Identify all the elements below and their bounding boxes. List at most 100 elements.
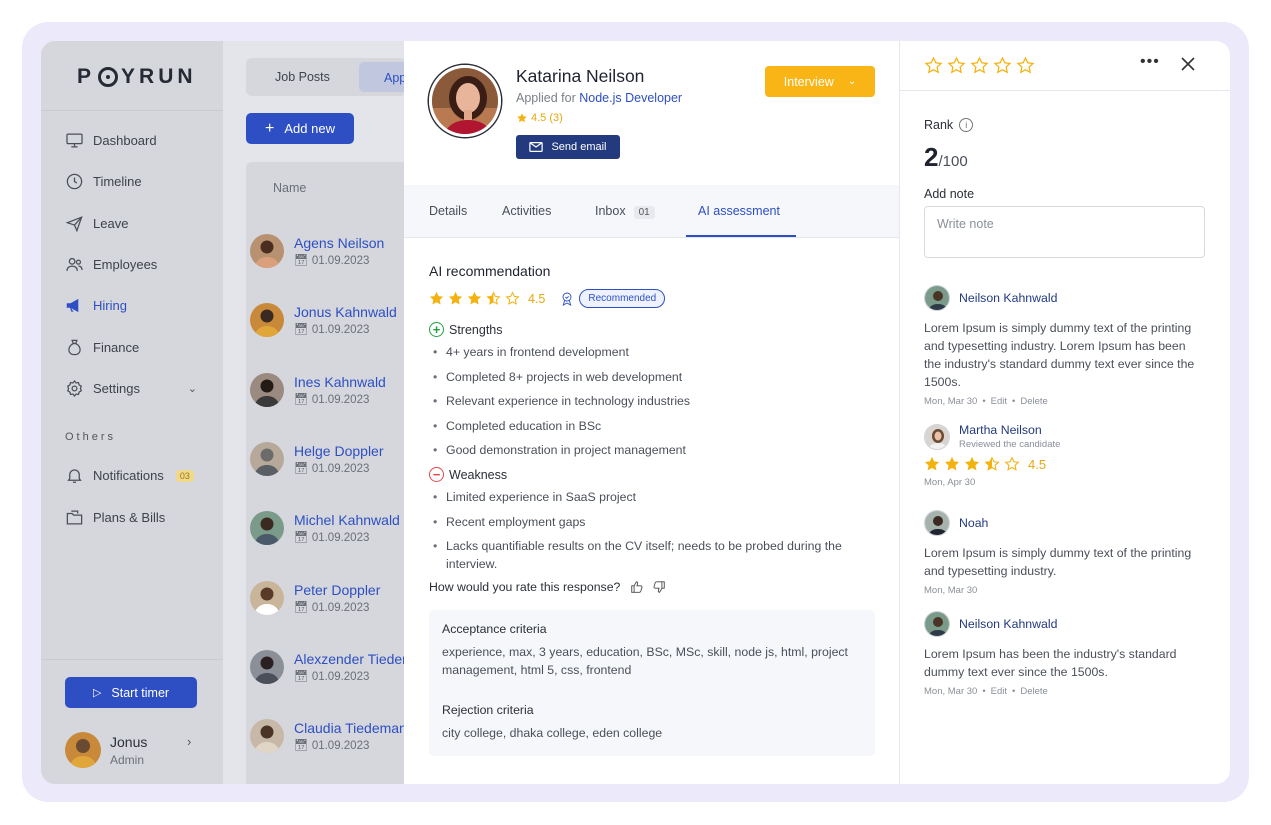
note-author[interactable]: Noah: [959, 516, 988, 530]
sidebar-item-employees[interactable]: Employees: [41, 244, 223, 285]
strengths-heading: + Strengths: [429, 322, 879, 337]
add-note-label: Add note: [924, 187, 975, 201]
sidebar-item-label: Notifications: [93, 468, 164, 484]
note-delete-link[interactable]: Delete: [1020, 686, 1047, 697]
sidebar-item-settings[interactable]: Settings ⌄: [41, 368, 223, 409]
calendar-icon: 📅︎: [294, 255, 309, 267]
ai-star-rating: [429, 291, 524, 306]
more-options-icon[interactable]: •••: [1140, 53, 1160, 71]
status-dropdown[interactable]: Interview ⌄: [765, 66, 875, 97]
status-value: Interview: [783, 74, 834, 89]
sidebar-item-timeline[interactable]: Timeline: [41, 161, 223, 202]
note-item: Martha Neilson Reviewed the candidate 4.…: [924, 423, 1205, 488]
rank-label-text: Rank: [924, 118, 954, 132]
note-meta: Mon, Mar 30: [924, 585, 1205, 596]
note-edit-link[interactable]: Edit: [991, 396, 1007, 407]
bell-icon: [67, 469, 82, 484]
user-avatar: [65, 732, 101, 768]
note-input[interactable]: Write note: [924, 206, 1205, 258]
sidebar-item-label: Finance: [93, 339, 140, 355]
close-icon[interactable]: [1180, 56, 1196, 72]
sidebar-item-hiring[interactable]: Hiring: [41, 285, 223, 326]
notes-panel: ••• Rank i 2/100 Add note Write note Nei…: [899, 41, 1230, 784]
list-item: Completed 8+ projects in web development: [429, 368, 879, 386]
thumbs-up-icon[interactable]: [630, 580, 644, 594]
note-author[interactable]: Martha Neilson: [959, 423, 1060, 437]
star-outline-icon[interactable]: [924, 56, 943, 75]
play-icon: ▷: [92, 687, 102, 699]
note-text: Lorem Ipsum is simply dummy text of the …: [924, 321, 1195, 389]
award-icon: [562, 292, 572, 306]
sidebar-item-plans-bills[interactable]: Plans & Bills: [41, 496, 223, 537]
note-date: Mon, Mar 30: [924, 396, 978, 407]
table-row[interactable]: Michel Kahnwald 📅︎ 01.09.2023: [250, 508, 400, 548]
folder-icon: [66, 510, 83, 524]
star-outline-icon[interactable]: [1016, 56, 1035, 75]
strengths-label: Strengths: [449, 322, 503, 337]
ai-score: 4.5: [528, 291, 546, 306]
sidebar-item-finance[interactable]: Finance: [41, 326, 223, 367]
payrun-logo[interactable]: P YRUN: [77, 65, 197, 89]
star-outline-icon[interactable]: [947, 56, 966, 75]
notes-panel-header: •••: [900, 41, 1230, 91]
tab-details[interactable]: Details: [429, 204, 467, 218]
note-author-avatar: [924, 611, 950, 637]
weakness-list: Limited experience in SaaS project Recent…: [429, 488, 879, 573]
user-profile[interactable]: Jonus Admin ›: [65, 732, 191, 768]
info-icon[interactable]: i: [959, 118, 974, 132]
note-placeholder: Write note: [937, 217, 994, 231]
acceptance-criteria-text: experience, max, 3 years, education, BSc…: [442, 644, 848, 677]
candidate-row-date: 📅︎ 01.09.2023: [294, 601, 370, 614]
note-delete-link[interactable]: Delete: [1020, 396, 1047, 407]
plus-circle-icon: +: [429, 322, 444, 337]
candidate-detail-panel: Katarina Neilson Applied for Node.js Dev…: [404, 41, 899, 784]
sidebar-item-label: Employees: [93, 257, 158, 273]
send-email-button[interactable]: Send email: [516, 135, 620, 159]
star-outline-icon: [1005, 457, 1019, 471]
megaphone-icon: [66, 299, 79, 313]
table-row[interactable]: Agens Neilson 📅︎ 01.09.2023: [250, 231, 384, 271]
tab-activities[interactable]: Activities: [502, 204, 551, 218]
applied-role-link[interactable]: Node.js Developer: [579, 91, 682, 105]
note-edit-link[interactable]: Edit: [991, 686, 1007, 697]
candidate-rating: 4.5 (3): [516, 112, 563, 124]
thumbs-down-icon[interactable]: [652, 580, 666, 594]
star-half-icon: [985, 457, 999, 471]
table-row[interactable]: Claudia Tiedemann 📅︎ 01.09.2023: [250, 716, 415, 756]
inbox-count-badge: 01: [633, 206, 655, 219]
note-author[interactable]: Neilson Kahnwald: [959, 617, 1057, 631]
clock-icon: [66, 174, 83, 190]
sidebar-item-label: Settings: [93, 380, 140, 396]
star-outline-icon[interactable]: [970, 56, 989, 75]
table-row[interactable]: Peter Doppler 📅︎ 01.09.2023: [250, 578, 383, 618]
notification-count-badge: 03: [175, 469, 194, 482]
candidate-avatar: [250, 303, 284, 338]
table-row[interactable]: Ines Kahnwald 📅︎ 01.09.2023: [250, 370, 386, 410]
recommended-pill: Recommended: [579, 289, 666, 308]
app-window: P YRUN Dashboard Timeline Leave Employee…: [41, 41, 1230, 784]
candidate-row-date: 📅︎ 01.09.2023: [294, 255, 370, 267]
tab-ai-assessment[interactable]: AI assessment: [698, 204, 780, 218]
table-row[interactable]: Alexzender Tiedemann 📅︎ 01.09.2023: [250, 647, 437, 687]
logo-text-left: P: [77, 65, 96, 88]
candidate-row-name: Ines Kahnwald: [294, 373, 386, 390]
table-row[interactable]: Helge Doppler 📅︎ 01.09.2023: [250, 439, 384, 479]
note-author[interactable]: Neilson Kahnwald: [959, 291, 1057, 305]
sidebar-item-notifications[interactable]: Notifications 03: [41, 455, 223, 496]
gear-icon: [67, 379, 82, 397]
sidebar-item-leave[interactable]: Leave: [41, 203, 223, 244]
tab-job-posts[interactable]: Job Posts: [275, 70, 330, 84]
start-timer-button[interactable]: ▷ Start timer: [65, 677, 197, 708]
add-new-button[interactable]: + Add new: [246, 113, 354, 144]
rate-response: How would you rate this response?: [429, 580, 879, 594]
candidate-avatar: [250, 372, 284, 407]
list-tabs: Job Posts App: [246, 58, 419, 96]
tab-inbox[interactable]: Inbox 01: [595, 204, 655, 219]
table-row[interactable]: Jonus Kahnwald 📅︎ 01.09.2023: [250, 300, 397, 340]
list-item: 4+ years in frontend development: [429, 343, 879, 361]
candidate-row-name: Helge Doppler: [294, 442, 384, 459]
star-outline-icon[interactable]: [993, 56, 1012, 75]
calendar-icon: 📅︎: [294, 740, 309, 753]
rate-candidate-stars[interactable]: [924, 56, 1039, 75]
sidebar-item-dashboard[interactable]: Dashboard: [41, 120, 223, 161]
